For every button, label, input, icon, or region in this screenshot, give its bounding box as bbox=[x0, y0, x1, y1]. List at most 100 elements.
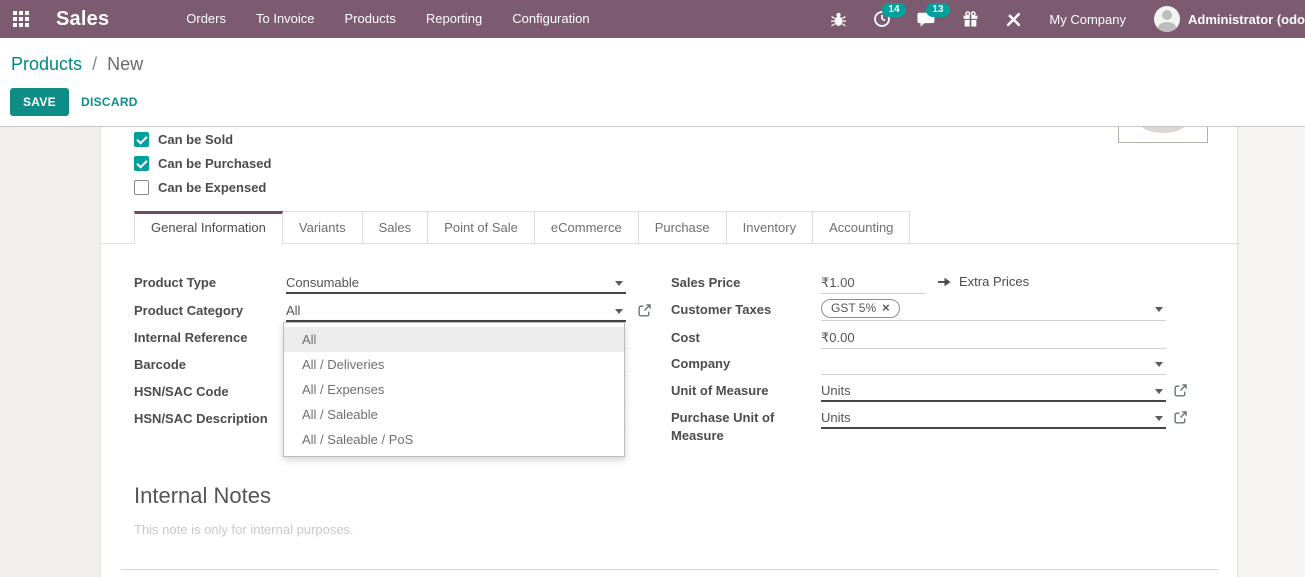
tab-purchase[interactable]: Purchase bbox=[638, 211, 727, 243]
notebook-tabs: General Information Variants Sales Point… bbox=[134, 211, 911, 244]
unit-of-measure-input[interactable]: Units bbox=[821, 380, 1166, 402]
product-type-value: Consumable bbox=[286, 274, 359, 290]
chevron-down-icon[interactable] bbox=[1155, 416, 1163, 421]
cost-label: Cost bbox=[671, 330, 700, 345]
user-menu[interactable]: Administrator (odo bbox=[1140, 6, 1305, 32]
activities-button[interactable]: 14 bbox=[860, 0, 906, 38]
cost-input[interactable]: ₹0.00 bbox=[821, 327, 1166, 349]
company-label: Company bbox=[671, 356, 731, 371]
breadcrumb-separator: / bbox=[92, 54, 98, 74]
main-menu: Orders To Invoice Products Reporting Con… bbox=[171, 0, 604, 38]
hsn-sac-description-label: HSN/SAC Description bbox=[134, 411, 268, 426]
product-image-placeholder[interactable] bbox=[1118, 127, 1208, 143]
tab-inventory[interactable]: Inventory bbox=[726, 211, 814, 243]
dropdown-option-all-saleable[interactable]: All / Saleable bbox=[284, 402, 624, 427]
checkbox-checked-icon[interactable] bbox=[134, 132, 149, 147]
checkbox-checked-icon[interactable] bbox=[134, 156, 149, 171]
hsn-sac-code-label: HSN/SAC Code bbox=[134, 384, 229, 399]
company-switcher[interactable]: My Company bbox=[1035, 12, 1140, 27]
tab-point-of-sale[interactable]: Point of Sale bbox=[428, 211, 535, 243]
chatter-panel bbox=[1239, 127, 1305, 577]
checkbox-unchecked-icon[interactable] bbox=[134, 180, 149, 195]
app-title[interactable]: Sales bbox=[56, 8, 109, 31]
product-type-label: Product Type bbox=[134, 275, 217, 290]
chevron-down-icon[interactable] bbox=[1155, 307, 1163, 312]
apps-menu-icon[interactable] bbox=[13, 11, 29, 27]
tab-ecommerce[interactable]: eCommerce bbox=[534, 211, 639, 243]
sales-price-input[interactable]: ₹1.00 bbox=[821, 272, 926, 294]
wrench-screwdriver-icon bbox=[1007, 12, 1021, 26]
unit-of-measure-value: Units bbox=[821, 382, 851, 398]
notes-divider bbox=[121, 569, 1219, 570]
chevron-down-icon[interactable] bbox=[615, 309, 623, 314]
can-be-sold-label: Can be Sold bbox=[158, 132, 234, 147]
tab-variants[interactable]: Variants bbox=[282, 211, 363, 243]
discard-button[interactable]: DISCARD bbox=[77, 88, 142, 116]
sales-price-label: Sales Price bbox=[671, 275, 741, 290]
remove-tag-icon[interactable]: × bbox=[882, 301, 890, 314]
external-link-icon[interactable] bbox=[1173, 410, 1188, 425]
internal-notes-title: Internal Notes bbox=[134, 483, 271, 508]
form-sheet: Can be Sold Can be Purchased Can be Expe… bbox=[100, 127, 1239, 577]
extra-prices-label: Extra Prices bbox=[959, 274, 1030, 289]
product-category-input[interactable]: All bbox=[286, 300, 626, 322]
breadcrumb-products-link[interactable]: Products bbox=[11, 54, 82, 74]
can-be-purchased-checkbox[interactable]: Can be Purchased bbox=[134, 155, 271, 172]
internal-notes-placeholder[interactable]: This note is only for internal purposes. bbox=[134, 522, 354, 537]
dropdown-option-all-expenses[interactable]: All / Expenses bbox=[284, 377, 624, 402]
messages-button[interactable]: 13 bbox=[904, 0, 950, 38]
sales-price-value: ₹1.00 bbox=[821, 274, 855, 290]
activity-count-badge: 14 bbox=[882, 3, 906, 17]
can-be-expensed-label: Can be Expensed bbox=[158, 180, 267, 195]
tab-sales[interactable]: Sales bbox=[362, 211, 429, 243]
breadcrumb-current: New bbox=[107, 54, 144, 74]
control-panel: Products / New SAVE DISCARD bbox=[0, 38, 1305, 126]
dropdown-option-all[interactable]: All bbox=[284, 327, 624, 352]
tools-button[interactable] bbox=[992, 0, 1035, 38]
chevron-down-icon[interactable] bbox=[1155, 389, 1163, 394]
purchase-unit-of-measure-label: Purchase Unit of Measure bbox=[671, 410, 775, 443]
odoo-product-form-page: Sales Orders To Invoice Products Reporti… bbox=[0, 0, 1305, 577]
user-name: Administrator (odo bbox=[1188, 11, 1305, 27]
cost-value: ₹0.00 bbox=[821, 329, 855, 345]
can-be-purchased-label: Can be Purchased bbox=[158, 156, 272, 171]
external-link-icon[interactable] bbox=[637, 303, 652, 318]
customer-taxes-label: Customer Taxes bbox=[671, 302, 772, 317]
tab-accounting[interactable]: Accounting bbox=[813, 211, 911, 243]
extra-prices-link[interactable]: Extra Prices bbox=[937, 274, 1029, 289]
purchase-unit-of-measure-value: Units bbox=[821, 409, 851, 425]
chevron-down-icon[interactable] bbox=[1155, 362, 1163, 367]
bug-icon bbox=[831, 12, 847, 26]
internal-reference-label: Internal Reference bbox=[134, 330, 248, 345]
can-be-sold-checkbox[interactable]: Can be Sold bbox=[134, 131, 233, 148]
menu-products[interactable]: Products bbox=[330, 0, 411, 38]
camera-icon bbox=[1140, 127, 1186, 133]
product-category-dropdown: All All / Deliveries All / Expenses All … bbox=[283, 322, 625, 457]
message-count-badge: 13 bbox=[926, 3, 950, 17]
dropdown-option-all-deliveries[interactable]: All / Deliveries bbox=[284, 352, 624, 377]
menu-to-invoice[interactable]: To Invoice bbox=[241, 0, 330, 38]
external-link-icon[interactable] bbox=[1173, 383, 1188, 398]
tax-tag[interactable]: GST 5% × bbox=[821, 299, 900, 318]
menu-configuration[interactable]: Configuration bbox=[497, 0, 604, 38]
tab-general-information[interactable]: General Information bbox=[134, 211, 283, 244]
purchase-unit-of-measure-input[interactable]: Units bbox=[821, 407, 1166, 429]
menu-orders[interactable]: Orders bbox=[171, 0, 241, 38]
user-avatar bbox=[1154, 6, 1180, 32]
menu-reporting[interactable]: Reporting bbox=[411, 0, 497, 38]
navbar-systray: 14 13 My Company Administrator (odo bbox=[817, 0, 1305, 38]
can-be-expensed-checkbox[interactable]: Can be Expensed bbox=[134, 179, 266, 196]
dropdown-option-all-saleable-pos[interactable]: All / Saleable / PoS bbox=[284, 427, 624, 452]
arrow-right-icon bbox=[937, 277, 951, 286]
chevron-down-icon[interactable] bbox=[615, 281, 623, 286]
debug-bug-icon[interactable] bbox=[817, 0, 860, 38]
save-button[interactable]: SAVE bbox=[10, 88, 69, 116]
gift-button[interactable] bbox=[949, 0, 992, 38]
company-input[interactable] bbox=[821, 353, 1166, 375]
form-view: Can be Sold Can be Purchased Can be Expe… bbox=[0, 127, 1305, 577]
product-type-select[interactable]: Consumable bbox=[286, 272, 626, 294]
gift-icon bbox=[964, 10, 978, 27]
customer-taxes-input[interactable]: GST 5% × bbox=[821, 297, 1166, 321]
product-category-label: Product Category bbox=[134, 303, 244, 318]
tax-tag-label: GST 5% bbox=[831, 301, 877, 315]
